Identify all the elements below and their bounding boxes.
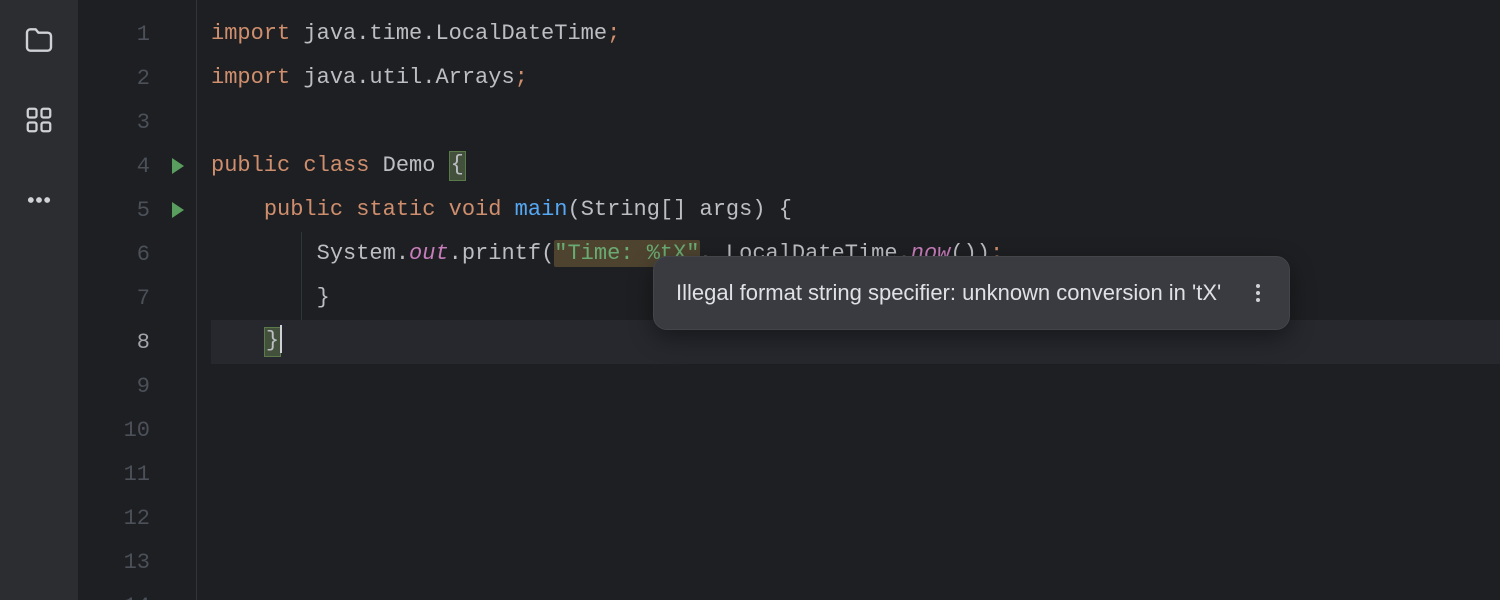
code-line[interactable] (211, 540, 1500, 584)
brace-match-highlight: } (264, 327, 281, 357)
code-line[interactable] (211, 364, 1500, 408)
code-line[interactable] (211, 452, 1500, 496)
code-line[interactable] (211, 100, 1500, 144)
line-number: 9 (78, 364, 196, 408)
line-number: 11 (78, 452, 196, 496)
text-caret (280, 325, 282, 353)
line-number: 13 (78, 540, 196, 584)
line-number: 2 (78, 56, 196, 100)
line-number: 1 (78, 12, 196, 56)
line-number: 10 (78, 408, 196, 452)
tooltip-more-actions-icon[interactable] (1249, 284, 1267, 302)
line-number: 7 (78, 276, 196, 320)
code-line[interactable]: import java.time.LocalDateTime; (211, 12, 1500, 56)
folder-icon[interactable] (19, 20, 59, 60)
code-line[interactable] (211, 584, 1500, 600)
line-number: 3 (78, 100, 196, 144)
brace-match-highlight: { (449, 151, 466, 181)
editor-root: 1 2 3 4 5 6 7 8 9 10 11 12 13 14 import … (0, 0, 1500, 600)
line-number: 12 (78, 496, 196, 540)
inspection-tooltip[interactable]: Illegal format string specifier: unknown… (653, 256, 1290, 330)
line-number: 4 (78, 144, 196, 188)
line-number: 6 (78, 232, 196, 276)
code-line[interactable]: public static void main(String[] args) { (211, 188, 1500, 232)
code-editor[interactable]: 1 2 3 4 5 6 7 8 9 10 11 12 13 14 import … (78, 0, 1500, 600)
tooltip-message: Illegal format string specifier: unknown… (676, 271, 1221, 315)
code-line[interactable]: public class Demo { (211, 144, 1500, 188)
run-gutter-icon[interactable] (172, 158, 184, 174)
structure-icon[interactable] (19, 100, 59, 140)
code-area[interactable]: import java.time.LocalDateTime; import j… (196, 0, 1500, 600)
code-line[interactable] (211, 496, 1500, 540)
code-line[interactable] (211, 408, 1500, 452)
more-icon[interactable] (19, 180, 59, 220)
run-gutter-icon[interactable] (172, 202, 184, 218)
line-number: 8 (78, 320, 196, 364)
line-number: 14 (78, 584, 196, 600)
left-toolstrip (0, 0, 78, 600)
code-line[interactable]: import java.util.Arrays; (211, 56, 1500, 100)
line-number-gutter: 1 2 3 4 5 6 7 8 9 10 11 12 13 14 (78, 0, 196, 600)
line-number: 5 (78, 188, 196, 232)
